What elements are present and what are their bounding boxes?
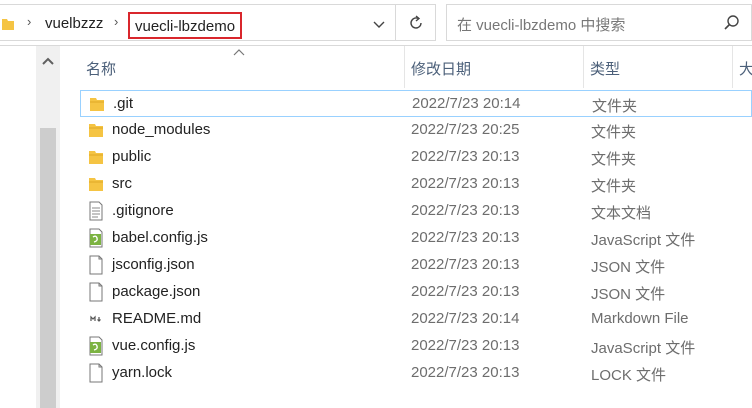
file-row[interactable]: yarn.lock 2022/7/23 20:13 LOCK 文件 <box>80 360 752 387</box>
address-bar[interactable]: › vuelbzzz › vuecli-lbzdemo <box>0 4 396 41</box>
chevron-right-icon[interactable]: › <box>27 14 31 29</box>
scroll-up-arrow-icon[interactable] <box>41 56 55 66</box>
file-date: 2022/7/23 20:13 <box>411 364 520 381</box>
file-date: 2022/7/23 20:14 <box>411 310 520 327</box>
refresh-icon <box>410 15 422 29</box>
file-name: .gitignore <box>112 202 174 219</box>
chevron-right-icon[interactable]: › <box>114 14 118 29</box>
file-type: Markdown File <box>591 310 689 327</box>
file-date: 2022/7/23 20:13 <box>411 337 520 354</box>
file-type: 文本文档 <box>591 205 652 222</box>
file-date: 2022/7/23 20:14 <box>412 95 521 112</box>
breadcrumb-item-current[interactable]: vuecli-lbzdemo <box>128 12 243 39</box>
js-file-icon <box>89 228 103 248</box>
markdown-file-icon <box>89 315 103 323</box>
file-name: node_modules <box>112 121 211 138</box>
scrollbar-thumb[interactable] <box>40 128 56 408</box>
column-header-label: 类型 <box>590 61 621 78</box>
file-name: .git <box>113 95 134 112</box>
folder-icon <box>89 178 103 191</box>
json-file-icon <box>89 282 103 302</box>
file-date: 2022/7/23 20:25 <box>411 121 520 138</box>
column-header-date[interactable]: 修改日期 <box>405 46 583 88</box>
file-row[interactable]: README.md 2022/7/23 20:14 Markdown File <box>80 306 752 333</box>
js-file-icon <box>89 336 103 356</box>
file-row[interactable]: public 2022/7/23 20:13 文件夹 <box>80 144 752 171</box>
file-date: 2022/7/23 20:13 <box>411 229 520 246</box>
file-type: LOCK 文件 <box>591 367 667 384</box>
file-type: 文件夹 <box>591 178 637 195</box>
file-row[interactable]: package.json 2022/7/23 20:13 JSON 文件 <box>80 279 752 306</box>
file-name: vue.config.js <box>112 337 196 354</box>
file-date: 2022/7/23 20:13 <box>411 283 520 300</box>
file-name: yarn.lock <box>112 364 173 381</box>
file-type: JSON 文件 <box>591 259 666 276</box>
search-box[interactable]: 在 vuecli-lbzdemo 中搜索 <box>446 4 752 41</box>
column-header-label: 名称 <box>86 61 117 78</box>
file-date: 2022/7/23 20:13 <box>411 202 520 219</box>
file-date: 2022/7/23 20:13 <box>411 148 520 165</box>
file-row[interactable]: jsconfig.json 2022/7/23 20:13 JSON 文件 <box>80 252 752 279</box>
column-header-label: 大 <box>739 61 752 78</box>
file-row[interactable]: node_modules 2022/7/23 20:25 文件夹 <box>80 117 752 144</box>
folder-icon <box>89 124 103 137</box>
file-date: 2022/7/23 20:13 <box>411 175 520 192</box>
json-file-icon <box>89 255 103 275</box>
file-name: jsconfig.json <box>112 256 195 273</box>
refresh-button[interactable] <box>396 4 436 41</box>
file-type: JavaScript 文件 <box>591 232 696 249</box>
file-name: babel.config.js <box>112 229 208 246</box>
file-row[interactable]: babel.config.js 2022/7/23 20:13 JavaScri… <box>80 225 752 252</box>
file-name: README.md <box>112 310 202 327</box>
file-type: 文件夹 <box>592 98 638 115</box>
folder-icon <box>2 19 14 30</box>
folder-icon <box>89 151 103 164</box>
file-row[interactable]: src 2022/7/23 20:13 文件夹 <box>80 171 752 198</box>
file-name: src <box>112 175 132 192</box>
file-name: public <box>112 148 152 165</box>
search-icon[interactable] <box>723 14 741 32</box>
file-name: package.json <box>112 283 201 300</box>
chevron-down-icon[interactable] <box>370 14 388 34</box>
file-type: 文件夹 <box>591 124 637 141</box>
file-row[interactable]: .git 2022/7/23 20:14 文件夹 <box>80 90 752 117</box>
column-header-name[interactable]: 名称 <box>80 46 404 88</box>
column-header-label: 修改日期 <box>411 61 472 78</box>
file-date: 2022/7/23 20:13 <box>411 256 520 273</box>
file-row[interactable]: vue.config.js 2022/7/23 20:13 JavaScript… <box>80 333 752 360</box>
search-input[interactable]: 在 vuecli-lbzdemo 中搜索 <box>457 14 625 35</box>
address-bar-container: › vuelbzzz › vuecli-lbzdemo 在 vuecli-lbz… <box>0 0 752 46</box>
file-row[interactable]: .gitignore 2022/7/23 20:13 文本文档 <box>80 198 752 225</box>
text-file-icon <box>89 201 103 221</box>
vertical-scrollbar[interactable] <box>36 46 60 408</box>
breadcrumb-item-parent[interactable]: vuelbzzz <box>45 15 103 32</box>
file-type: 文件夹 <box>591 151 637 168</box>
folder-icon <box>90 98 104 111</box>
lock-file-icon <box>89 363 103 383</box>
file-type: JSON 文件 <box>591 286 666 303</box>
file-type: JavaScript 文件 <box>591 340 696 357</box>
column-header-type[interactable]: 类型 <box>584 46 732 88</box>
column-header-size[interactable]: 大 <box>733 46 752 88</box>
